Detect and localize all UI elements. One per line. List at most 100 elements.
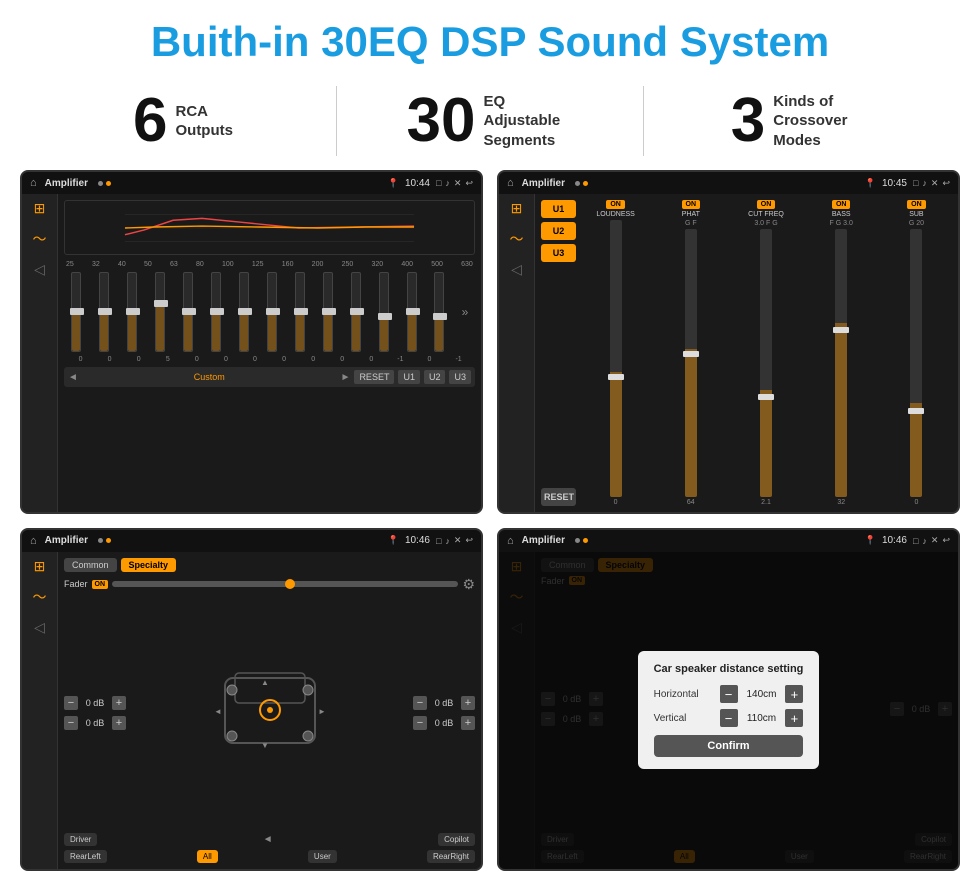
- track-3[interactable]: [155, 272, 165, 352]
- speaker-icon-3[interactable]: ◁: [34, 619, 45, 636]
- fader-on[interactable]: ON: [92, 580, 109, 589]
- status-dots-2: [575, 181, 588, 186]
- dialog-vertical-minus[interactable]: −: [720, 709, 738, 727]
- track-7[interactable]: [267, 272, 277, 352]
- user-btn[interactable]: User: [308, 850, 337, 863]
- screen4-title: Amplifier: [522, 535, 565, 546]
- db-minus-1[interactable]: −: [64, 696, 78, 710]
- db-minus-4[interactable]: −: [413, 716, 427, 730]
- loudness-fill: [610, 372, 622, 496]
- track-6[interactable]: [239, 272, 249, 352]
- db-minus-2[interactable]: −: [64, 716, 78, 730]
- track-1[interactable]: [99, 272, 109, 352]
- fader-slider[interactable]: [112, 581, 458, 587]
- bass-slider[interactable]: [835, 229, 847, 497]
- thumb-8: [294, 308, 308, 315]
- dialog-horizontal-minus[interactable]: −: [720, 685, 738, 703]
- expand-btn[interactable]: »: [455, 272, 475, 352]
- fill-0: [72, 312, 80, 351]
- val-8: 0: [299, 356, 328, 363]
- preset-u1[interactable]: U1: [541, 200, 576, 218]
- reset-btn[interactable]: RESET: [354, 370, 394, 384]
- wave-icon-1[interactable]: 〜: [33, 229, 47, 249]
- freq-200: 200: [312, 261, 324, 268]
- speaker-icon-1[interactable]: ◁: [34, 261, 45, 278]
- phat-slider[interactable]: [685, 229, 697, 497]
- prev-arrow[interactable]: ◄: [68, 372, 78, 383]
- loudness-slider[interactable]: [610, 220, 622, 497]
- track-2[interactable]: [127, 272, 137, 352]
- eq-icon-3[interactable]: ⊞: [34, 558, 46, 575]
- eq-icon-1[interactable]: ⊞: [34, 200, 46, 217]
- eq-icon-2[interactable]: ⊞: [511, 200, 523, 217]
- u1-btn[interactable]: U1: [398, 370, 420, 384]
- speaker-icon-2[interactable]: ◁: [511, 261, 522, 278]
- bass-vals: F G 3.0: [830, 220, 853, 227]
- sub-on[interactable]: ON: [907, 200, 926, 209]
- bass-fill: [835, 323, 847, 497]
- home-icon-1[interactable]: ⌂: [30, 177, 37, 189]
- copilot-btn[interactable]: Copilot: [438, 833, 475, 846]
- track-8[interactable]: [295, 272, 305, 352]
- track-11[interactable]: [379, 272, 389, 352]
- wave-icon-3[interactable]: 〜: [33, 587, 47, 607]
- dot2: [106, 181, 111, 186]
- stat-crossover-number: 3: [731, 90, 765, 152]
- fill-9: [324, 312, 332, 351]
- u3-btn[interactable]: U3: [449, 370, 471, 384]
- eq-sliders-row: »: [64, 272, 475, 352]
- slider-8: [287, 272, 312, 352]
- cutfreq-slider[interactable]: [760, 229, 772, 497]
- preset-u3[interactable]: U3: [541, 244, 576, 262]
- confirm-button[interactable]: Confirm: [654, 735, 804, 757]
- settings-icon[interactable]: ⚙: [462, 576, 475, 593]
- track-10[interactable]: [351, 272, 361, 352]
- track-13[interactable]: [434, 272, 444, 352]
- tab-specialty[interactable]: Specialty: [121, 558, 177, 572]
- bass-on[interactable]: ON: [832, 200, 851, 209]
- u2-btn[interactable]: U2: [424, 370, 446, 384]
- rearleft-btn[interactable]: RearLeft: [64, 850, 107, 863]
- track-4[interactable]: [183, 272, 193, 352]
- wave-icon-2[interactable]: 〜: [510, 229, 524, 249]
- driver-btn[interactable]: Driver: [64, 833, 97, 846]
- db-plus-3[interactable]: +: [461, 696, 475, 710]
- sub-slider[interactable]: [910, 229, 922, 497]
- track-5[interactable]: [211, 272, 221, 352]
- cutfreq-on[interactable]: ON: [757, 200, 776, 209]
- fill-6: [240, 312, 248, 351]
- next-arrow[interactable]: ►: [341, 372, 351, 383]
- val-2: 0: [124, 356, 153, 363]
- pin-icon-4: 📍: [865, 535, 876, 546]
- speaker-tabs: Common Specialty: [64, 558, 475, 572]
- track-0[interactable]: [71, 272, 81, 352]
- left-arrow[interactable]: ◄: [263, 834, 273, 845]
- dialog-horizontal-plus[interactable]: +: [785, 685, 803, 703]
- dialog-overlay: Car speaker distance setting Horizontal …: [499, 552, 958, 870]
- track-9[interactable]: [323, 272, 333, 352]
- amp-channels: ON LOUDNESS 0 ON PH: [580, 200, 952, 506]
- preset-u2[interactable]: U2: [541, 222, 576, 240]
- tab-common[interactable]: Common: [64, 558, 117, 572]
- phat-on[interactable]: ON: [682, 200, 701, 209]
- db-plus-4[interactable]: +: [461, 716, 475, 730]
- reset-btn-2[interactable]: RESET: [541, 488, 576, 506]
- db-plus-1[interactable]: +: [112, 696, 126, 710]
- dialog-vertical-plus[interactable]: +: [785, 709, 803, 727]
- db-plus-2[interactable]: +: [112, 716, 126, 730]
- home-icon-2[interactable]: ⌂: [507, 177, 514, 189]
- dot8: [583, 538, 588, 543]
- rearright-btn[interactable]: RearRight: [427, 850, 475, 863]
- freq-630: 630: [461, 261, 473, 268]
- home-icon-3[interactable]: ⌂: [30, 535, 37, 547]
- slider-13: [427, 272, 452, 352]
- db-ctrl-1: − 0 dB +: [64, 696, 126, 710]
- db-minus-3[interactable]: −: [413, 696, 427, 710]
- stat-eq-desc: EQ AdjustableSegments: [483, 92, 573, 151]
- status-bar-3: ⌂ Amplifier 📍 10:46 □ ♪ ✕ ↩: [22, 530, 481, 552]
- all-btn[interactable]: All: [197, 850, 218, 863]
- loudness-on[interactable]: ON: [606, 200, 625, 209]
- track-12[interactable]: [407, 272, 417, 352]
- cam-icon: □: [436, 178, 441, 188]
- home-icon-4[interactable]: ⌂: [507, 535, 514, 547]
